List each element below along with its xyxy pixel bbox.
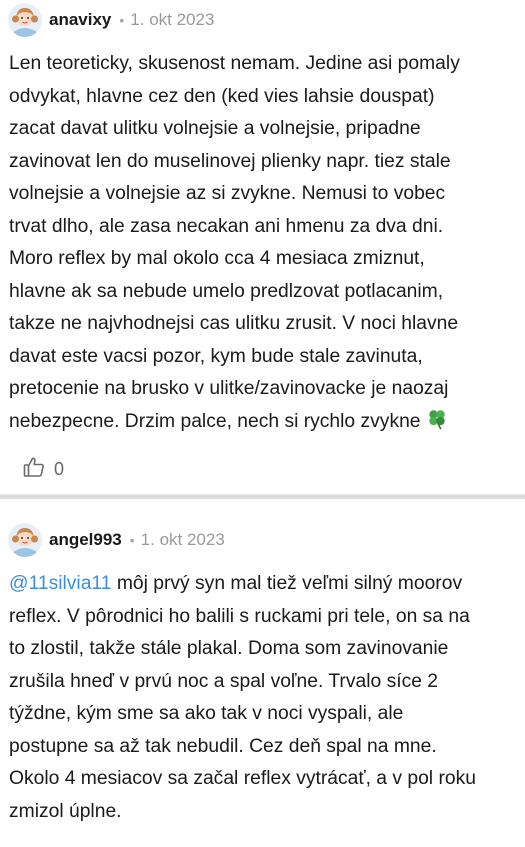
meta-separator: • <box>129 532 135 548</box>
avatar-girl-icon <box>8 523 42 557</box>
comment-date: 1. okt 2023 <box>140 530 225 549</box>
comment-line: môj prvý syn mal tiež veľmi silný moorov <box>111 573 463 594</box>
comment-line: Moro reflex by mal okolo cca 4 mesiaca z… <box>9 248 425 269</box>
comment-line: postupne sa až tak nebudil. Cez deň spal… <box>9 735 437 757</box>
avatar-girl-icon <box>8 3 42 37</box>
comment-text: Len teoreticky, skusenost nemam. Jedine … <box>9 48 519 442</box>
comment-line: odvykat, hlavne cez den (ked vies lahsie… <box>9 85 435 107</box>
comment-line: volnejsie a volnejsie az si zvykne. Nemu… <box>9 183 446 204</box>
comment-line: takze ne najvhodnejsi cas ulitku zrusit.… <box>9 313 459 334</box>
comment-line: trvat dlho, ale zasa necakan ani hmenu z… <box>9 215 444 237</box>
username[interactable]: angel993 <box>49 530 122 550</box>
like-count: 0 <box>54 458 65 479</box>
four-leaf-clover-icon <box>425 407 449 443</box>
comment-line: to zlostil, takže stále plakal. Doma som… <box>9 638 449 659</box>
comment-line: týždne, kým sme sa ako tak v noci vyspal… <box>9 703 404 724</box>
comment-line: zavinovat len do muselinovej plienky nap… <box>9 150 451 172</box>
username[interactable]: anavixy <box>49 10 111 30</box>
comment-line: reflex. V pôrodnici ho balili s ruckami … <box>9 605 470 627</box>
like-button[interactable]: 0 <box>22 455 64 483</box>
comment-line: zmizol úplne. <box>9 800 122 822</box>
comment-line: zacat davat ulitku volnejsie a volnejsie… <box>9 118 421 139</box>
comment-header: angel993 • 1. okt 2023 <box>8 522 225 558</box>
comment-line: davat este vacsi pozor, kym bude stale z… <box>9 345 423 367</box>
thumbs-up-icon <box>22 455 46 484</box>
avatar[interactable] <box>8 3 42 37</box>
avatar[interactable] <box>8 523 42 557</box>
comment-header: anavixy • 1. okt 2023 <box>8 2 214 38</box>
comment-line: Okolo 4 mesiacov sa začal reflex vytráca… <box>9 768 476 789</box>
user-mention-link[interactable]: @11silvia11 <box>9 573 111 594</box>
comment-line: hlavne ak sa nebude umelo predlzovat pot… <box>9 280 444 302</box>
comment-line: nebezpecne. Drzim palce, nech si rychlo … <box>9 410 421 432</box>
comment-line: pretocenie na brusko v ulitke/zavinovack… <box>9 378 449 399</box>
comment-text: @11silvia11 môj prvý syn mal tiež veľmi … <box>9 568 519 828</box>
comment-divider <box>0 494 525 499</box>
comment-line: Len teoreticky, skusenost nemam. Jedine … <box>9 53 460 74</box>
comment-line: zrušila hneď v prvú noc a spal voľne. Tr… <box>9 670 439 692</box>
meta-separator: • <box>119 12 125 28</box>
comment-date: 1. okt 2023 <box>130 10 215 29</box>
